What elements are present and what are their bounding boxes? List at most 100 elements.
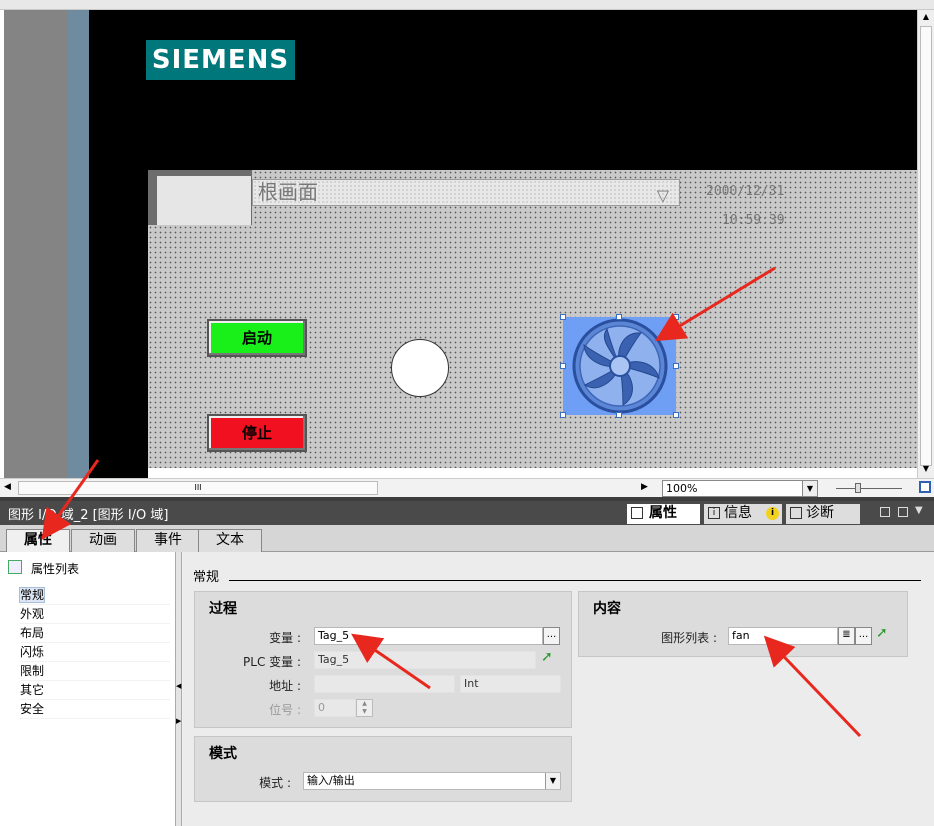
content-group: 内容 图形列表 : fan ≣ ... ➚ — [578, 591, 908, 657]
section-divider — [229, 580, 921, 581]
fit-view-icon[interactable] — [919, 481, 931, 493]
inspector-header: 图形 I/O 域_2 [图形 I/O 域] 属性 i 信息 i 诊断 ▼ — [0, 501, 934, 525]
hmi-left-area — [89, 180, 148, 478]
editor-vertical-scrollbar[interactable]: ▲ ▼ — [917, 10, 934, 478]
tab-properties[interactable]: 属性 — [6, 529, 70, 553]
zoom-value: 100% — [666, 482, 698, 495]
scroll-right-icon[interactable]: ▶ — [641, 482, 648, 492]
collapse-left-icon[interactable]: ◀ — [176, 682, 181, 690]
info-icon: i — [708, 507, 720, 519]
property-content: 常规 过程 变量 : Tag_5 ... PLC 变量 : Tag_5 ➚ 地址… — [183, 552, 934, 826]
goto-plc-arrow-icon[interactable]: ➚ — [541, 649, 553, 665]
fan-graphic-io-field[interactable] — [560, 314, 679, 418]
mode-select-value: 输入/输出 — [307, 774, 355, 787]
resize-handle-tr[interactable] — [673, 314, 679, 320]
zoom-slider-track[interactable] — [836, 488, 902, 489]
horizontal-scroll-thumb[interactable]: III — [18, 481, 378, 495]
variable-label: 变量 : — [269, 631, 301, 645]
goto-graphic-list-arrow-icon[interactable]: ➚ — [876, 625, 888, 641]
expand-right-icon[interactable]: ▶ — [176, 717, 181, 725]
inspector-tab-properties[interactable]: 属性 — [627, 504, 700, 524]
time-field[interactable]: 10:59:39 — [722, 213, 785, 228]
nav-item-flashing[interactable]: 闪烁 — [20, 643, 170, 662]
chevron-down-icon: ▼ — [802, 481, 817, 496]
inspector-tab-properties-label: 属性 — [649, 505, 677, 521]
bit-number-field: 0 — [314, 699, 356, 717]
screen-corner-panel[interactable] — [157, 176, 251, 225]
graphic-list-icon[interactable]: ≣ — [838, 627, 855, 645]
mode-group-title: 模式 — [209, 746, 237, 762]
resize-handle-tl[interactable] — [560, 314, 566, 320]
chevron-down-icon: ▼ — [545, 773, 560, 789]
graphic-list-browse-button[interactable]: ... — [855, 627, 872, 645]
inspector-tab-info-label: 信息 — [724, 505, 752, 521]
nav-item-layout[interactable]: 布局 — [20, 624, 170, 643]
resize-handle-b[interactable] — [616, 412, 622, 418]
graphic-list-field[interactable]: fan — [728, 627, 838, 645]
nav-item-appearance[interactable]: 外观 — [20, 605, 170, 624]
inspector-tab-diagnostics-label: 诊断 — [806, 505, 834, 521]
stop-button[interactable]: 停止 — [207, 414, 307, 452]
fan-icon — [572, 318, 668, 414]
resize-handle-t[interactable] — [616, 314, 622, 320]
zoom-select[interactable]: 100% ▼ — [662, 480, 818, 497]
nav-item-limits[interactable]: 限制 — [20, 662, 170, 681]
scroll-down-icon[interactable]: ▼ — [920, 464, 932, 476]
status-indicator-circle[interactable] — [391, 339, 449, 397]
mode-select[interactable]: 输入/输出 ▼ — [303, 772, 561, 790]
property-list-nav: 属性列表 常规 外观 布局 闪烁 限制 其它 安全 — [0, 552, 176, 826]
resize-handle-r[interactable] — [673, 363, 679, 369]
chevron-down-icon: ▽ — [656, 186, 669, 205]
content-group-title: 内容 — [593, 601, 621, 617]
address-field — [314, 675, 455, 693]
vertical-scroll-thumb[interactable] — [920, 26, 932, 466]
restore-window-icon[interactable] — [880, 507, 890, 517]
mode-group: 模式 模式 : 输入/输出 ▼ — [194, 736, 572, 802]
scroll-up-icon[interactable]: ▲ — [920, 12, 932, 24]
plc-variable-label: PLC 变量 : — [243, 655, 301, 669]
address-type-field: Int — [460, 675, 561, 693]
properties-icon — [631, 507, 643, 519]
plc-variable-field: Tag_5 — [314, 651, 536, 669]
property-list-header: 属性列表 — [31, 562, 80, 576]
tab-animation[interactable]: 动画 — [71, 529, 135, 552]
diagnostics-icon — [790, 507, 802, 519]
resize-handle-br[interactable] — [673, 412, 679, 418]
editor-left-margin — [4, 10, 68, 478]
nav-item-misc[interactable]: 其它 — [20, 681, 170, 700]
process-group-title: 过程 — [209, 601, 237, 617]
nav-item-general-label: 常规 — [18, 587, 46, 603]
hmi-header-area — [89, 10, 918, 180]
toolbar — [0, 0, 934, 10]
start-button[interactable]: 启动 — [207, 319, 307, 357]
date-field[interactable]: 2000/12/31 — [706, 184, 784, 199]
mode-label: 模式 : — [259, 776, 291, 790]
process-group: 过程 变量 : Tag_5 ... PLC 变量 : Tag_5 ➚ 地址 : … — [194, 591, 572, 728]
siemens-logo: SIEMENS — [146, 40, 295, 80]
address-label: 地址 : — [269, 679, 301, 693]
nav-splitter[interactable]: ◀ ▶ — [176, 552, 182, 826]
graphic-list-label: 图形列表 : — [661, 631, 717, 645]
nav-item-general[interactable]: 常规 — [18, 586, 170, 605]
section-title-general: 常规 — [193, 570, 220, 585]
scroll-left-icon[interactable]: ◀ — [4, 482, 11, 492]
inspector-tab-info[interactable]: i 信息 i — [704, 504, 782, 524]
variable-field[interactable]: Tag_5 — [314, 627, 543, 645]
zoom-slider-thumb[interactable] — [855, 483, 861, 493]
screen-selector-dropdown[interactable]: 根画面 ▽ — [252, 179, 680, 206]
inspector-tab-diagnostics[interactable]: 诊断 — [786, 504, 860, 524]
bit-number-label: 位号 : — [269, 703, 301, 717]
nav-item-security[interactable]: 安全 — [20, 700, 170, 719]
editor-horizontal-scrollbar: ◀ III ▶ 100% ▼ — [0, 478, 934, 498]
tab-events[interactable]: 事件 — [136, 529, 200, 552]
info-badge-icon: i — [766, 507, 779, 520]
property-tab-strip: 属性 动画 事件 文本 — [0, 525, 934, 553]
inspector-title: 图形 I/O 域_2 [图形 I/O 域] — [8, 508, 169, 523]
chevron-down-icon[interactable]: ▼ — [915, 505, 923, 516]
variable-browse-button[interactable]: ... — [543, 627, 560, 645]
property-list-icon — [8, 560, 22, 574]
resize-handle-l[interactable] — [560, 363, 566, 369]
resize-handle-bl[interactable] — [560, 412, 566, 418]
window-layout-icon[interactable] — [898, 507, 908, 517]
tab-texts[interactable]: 文本 — [198, 529, 262, 552]
